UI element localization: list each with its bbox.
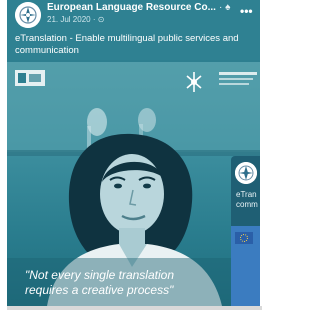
video-thumbnail[interactable]: "Not every single translation requires a… [7,62,260,306]
more-options-button[interactable]: ••• [240,4,253,18]
quote-line-2: requires a creative process" [25,283,174,297]
video-quote-caption: "Not every single translation requires a… [25,268,245,298]
page-avatar[interactable] [15,2,41,28]
post-card[interactable]: European Language Resource Co... · ♠ 21.… [7,0,260,306]
post-header: European Language Resource Co... · ♠ 21.… [7,0,260,60]
elrc-logo-icon [235,162,257,184]
quote-line-1: "Not every single translation [25,268,174,282]
next-post-media[interactable] [231,226,260,306]
next-post-text-line-2: comm [236,200,258,209]
eu-flag-icon [235,232,253,244]
next-post-text-line-1: eTran [236,190,257,199]
page-name[interactable]: European Language Resource Co... [47,2,216,13]
next-post-text: eTran comm [236,190,258,210]
next-post-card[interactable]: eTran comm [231,156,260,306]
next-post-avatar[interactable] [235,162,257,184]
page-name-trail: · ♠ [219,2,231,13]
post-text: eTranslation - Enable multilingual publi… [15,33,239,56]
post-date: 21. Jul 2020 · ⊙ [47,15,105,24]
elrc-logo-icon [15,2,41,28]
bottom-divider [7,306,262,310]
